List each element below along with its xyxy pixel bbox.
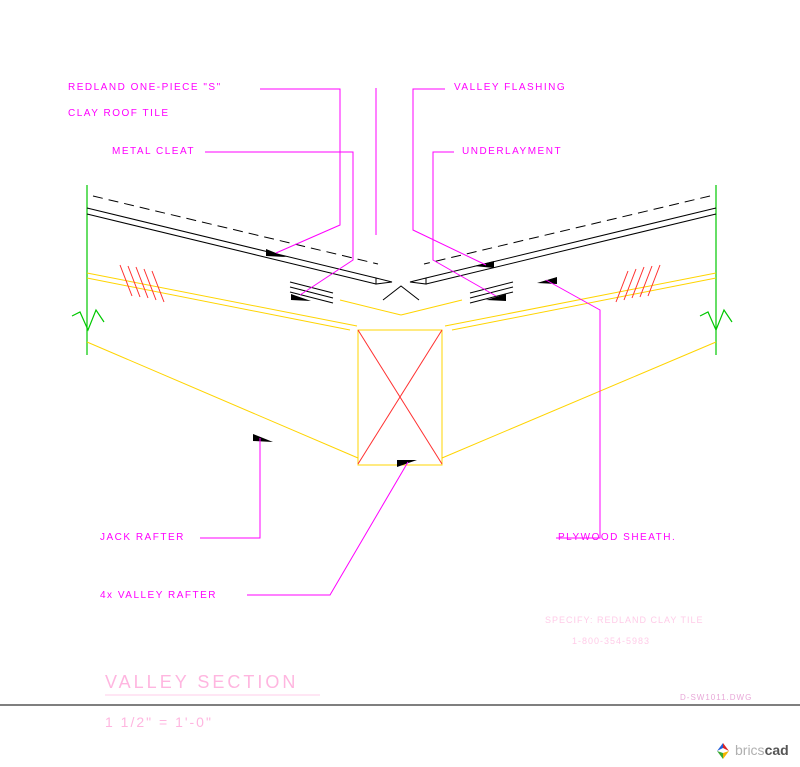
label-metal-cleat: METAL CLEAT (112, 146, 195, 157)
label-underlayment: UNDERLAYMENT (462, 146, 562, 157)
spec-line-2: 1-800-354-5983 (572, 636, 650, 646)
drawing-scale: 1 1/2" = 1'-0" (105, 714, 213, 730)
label-valley-flashing: VALLEY FLASHING (454, 82, 566, 93)
label-jack-rafter: JACK RAFTER (100, 532, 185, 543)
bricscad-logo-icon (715, 743, 731, 764)
bricscad-logo-text: bricscad (735, 742, 789, 758)
label-redland-tile-1: REDLAND ONE-PIECE "S" (68, 82, 222, 93)
label-redland-tile-2: CLAY ROOF TILE (68, 108, 170, 119)
label-plywood-sheath: PLYWOOD SHEATH. (558, 532, 676, 543)
file-name: D-SW1011.DWG (680, 693, 752, 702)
drawing-title: VALLEY SECTION (105, 672, 298, 693)
label-valley-rafter: 4x VALLEY RAFTER (100, 590, 217, 601)
spec-line-1: SPECIFY: REDLAND CLAY TILE (545, 615, 704, 625)
